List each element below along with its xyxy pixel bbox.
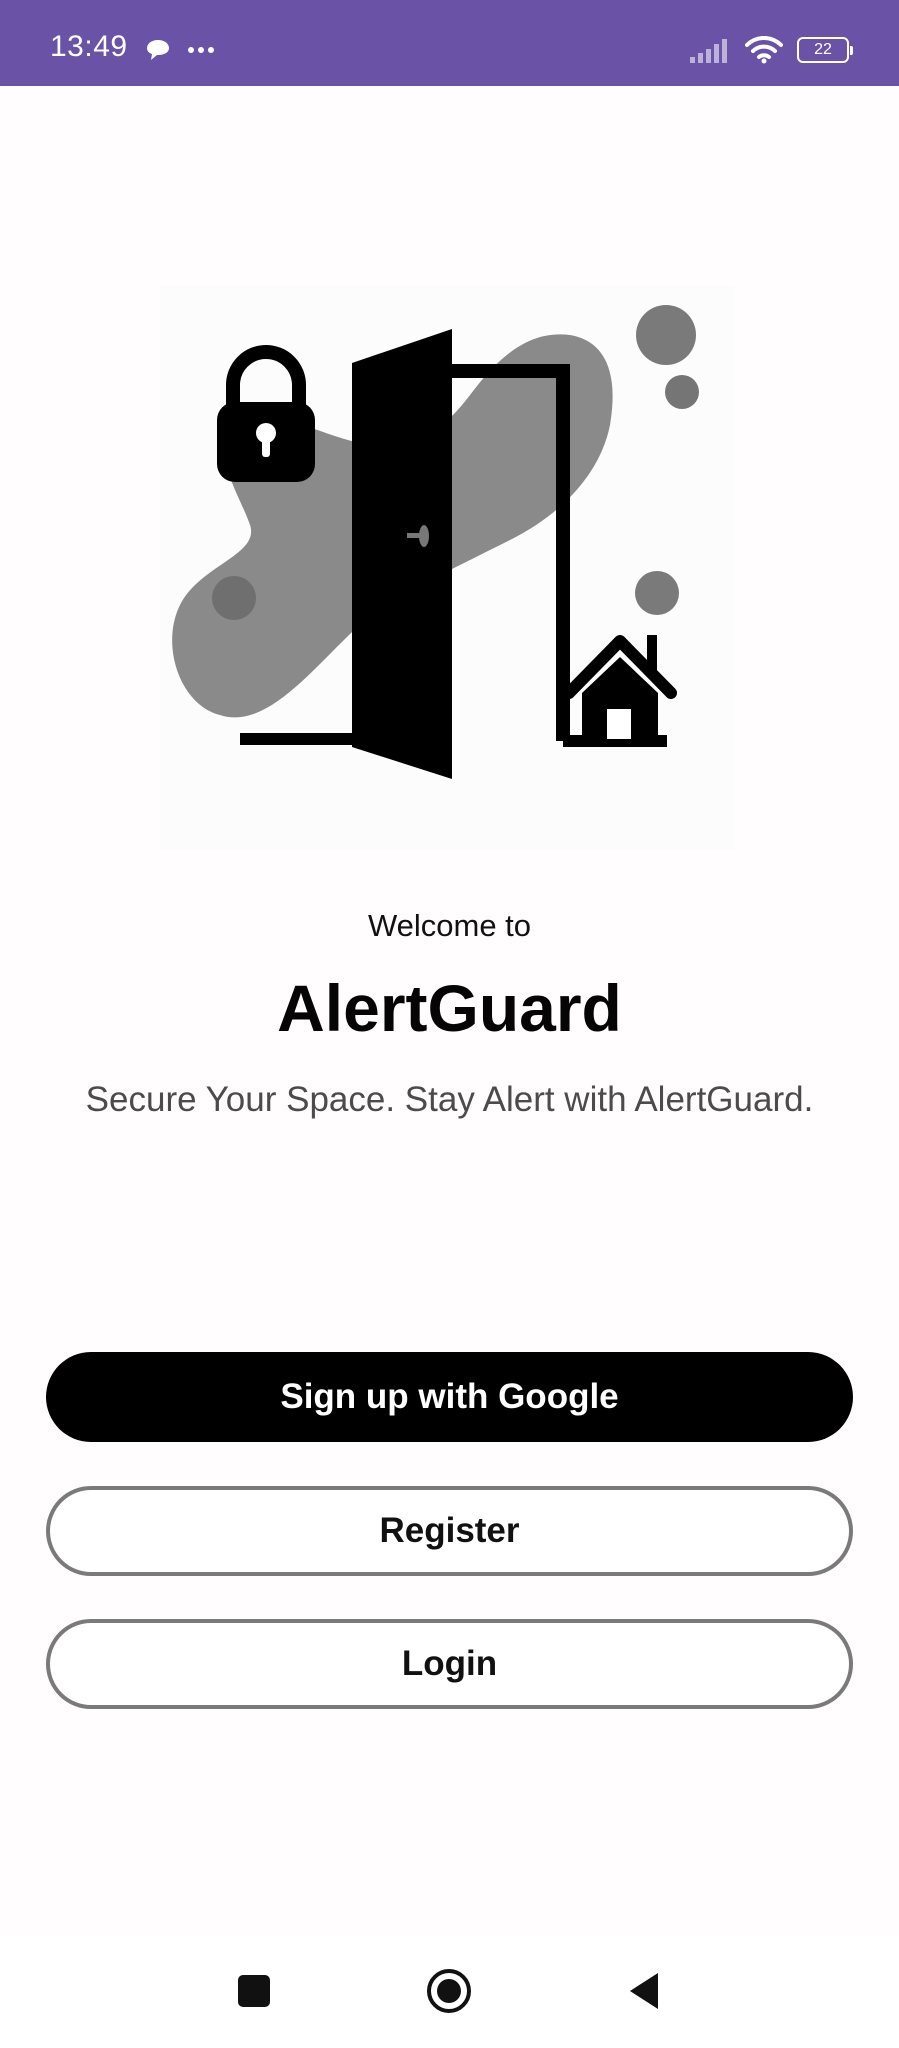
status-system-icons: 22: [689, 36, 853, 64]
wifi-icon: [745, 36, 783, 64]
welcome-text: Welcome to: [367, 908, 532, 943]
login-button[interactable]: Login: [46, 1619, 853, 1709]
status-time: 13:49: [50, 30, 128, 63]
door-lock-home-illustration: [172, 305, 699, 779]
home-button[interactable]: [421, 1963, 477, 2019]
back-button[interactable]: [616, 1963, 672, 2019]
hero-illustration: [160, 285, 735, 850]
battery-indicator: 22: [797, 37, 853, 63]
back-icon: [630, 1973, 658, 2009]
tagline: Secure Your Space. Stay Alert with Alert…: [85, 1080, 814, 1119]
system-nav-bar: [0, 1935, 899, 2048]
recent-apps-icon: [238, 1975, 270, 2007]
status-notification-icons: [145, 38, 215, 62]
recent-apps-button[interactable]: [226, 1963, 282, 2019]
home-icon: [427, 1969, 471, 2013]
signal-icon: [690, 39, 727, 63]
register-button[interactable]: Register: [46, 1486, 853, 1576]
status-bar: 13:49 22: [0, 0, 899, 86]
more-dots-icon: [188, 47, 214, 53]
sign-up-with-google-button[interactable]: Sign up with Google: [46, 1352, 853, 1442]
app-title: AlertGuard: [277, 971, 622, 1045]
chat-bubble-icon: [147, 40, 169, 60]
